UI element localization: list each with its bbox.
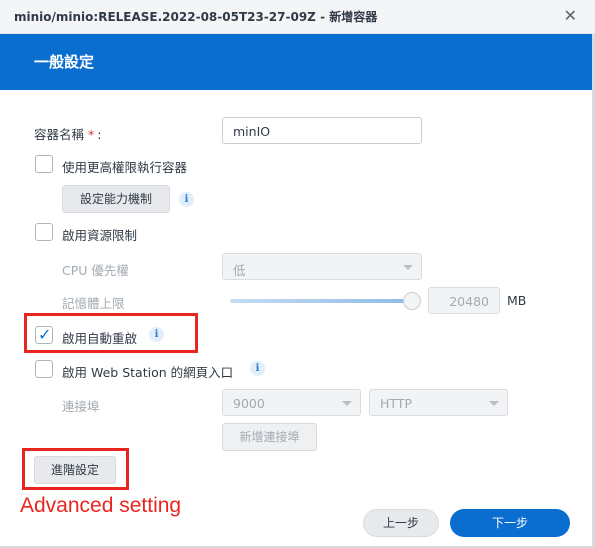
cpu-priority-select[interactable]: 低 bbox=[222, 253, 422, 280]
web-station-checkbox[interactable] bbox=[35, 360, 53, 378]
next-button[interactable]: 下一步 bbox=[450, 509, 570, 537]
info-icon[interactable]: i bbox=[179, 192, 194, 207]
container-name-label-group: 容器名稱 *: bbox=[34, 124, 101, 143]
annotation-text: Advanced setting bbox=[20, 494, 182, 517]
close-icon[interactable]: ✕ bbox=[564, 7, 577, 25]
cpu-priority-value: 低 bbox=[233, 263, 246, 278]
protocol-value: HTTP bbox=[380, 396, 412, 411]
capabilities-button[interactable]: 設定能力機制 bbox=[62, 185, 170, 213]
window-title: minio/minio:RELEASE.2022-08-05T23-27-09Z… bbox=[14, 10, 378, 24]
memory-slider-track[interactable] bbox=[230, 299, 410, 303]
container-name-input[interactable]: minIO bbox=[222, 117, 422, 144]
port-label: 連接埠 bbox=[62, 399, 100, 414]
cpu-priority-label: CPU 優先權 bbox=[62, 263, 129, 278]
add-port-button[interactable]: 新增連接埠 bbox=[222, 423, 317, 451]
chevron-down-icon bbox=[403, 265, 413, 270]
resource-limit-label: 啟用資源限制 bbox=[62, 228, 138, 243]
port-select[interactable]: 9000 bbox=[222, 389, 361, 416]
web-station-label: 啟用 Web Station 的網頁入口 bbox=[62, 365, 234, 380]
info-icon[interactable]: i bbox=[250, 361, 265, 376]
highlight-box-advanced bbox=[22, 448, 129, 490]
memory-unit: MB bbox=[507, 293, 527, 308]
port-value: 9000 bbox=[233, 396, 265, 411]
memory-limit-input[interactable]: 20480 bbox=[428, 287, 500, 314]
privileged-checkbox[interactable] bbox=[35, 155, 53, 173]
previous-button[interactable]: 上一步 bbox=[363, 509, 439, 537]
highlight-box-auto-restart bbox=[24, 313, 198, 353]
title-bar: minio/minio:RELEASE.2022-08-05T23-27-09Z… bbox=[0, 0, 595, 34]
chevron-down-icon bbox=[342, 401, 352, 406]
label-colon: : bbox=[97, 127, 102, 142]
memory-limit-label: 記憶體上限 bbox=[62, 296, 125, 311]
section-heading: 一般設定 bbox=[34, 53, 95, 71]
protocol-select[interactable]: HTTP bbox=[369, 389, 508, 416]
privileged-label: 使用更高權限執行容器 bbox=[62, 160, 188, 175]
section-banner: 一般設定 bbox=[0, 34, 595, 90]
required-mark: * bbox=[88, 127, 95, 142]
chevron-down-icon bbox=[489, 401, 499, 406]
resource-limit-checkbox[interactable] bbox=[35, 223, 53, 241]
container-name-label: 容器名稱 bbox=[34, 127, 85, 142]
memory-slider-thumb[interactable] bbox=[403, 292, 421, 310]
